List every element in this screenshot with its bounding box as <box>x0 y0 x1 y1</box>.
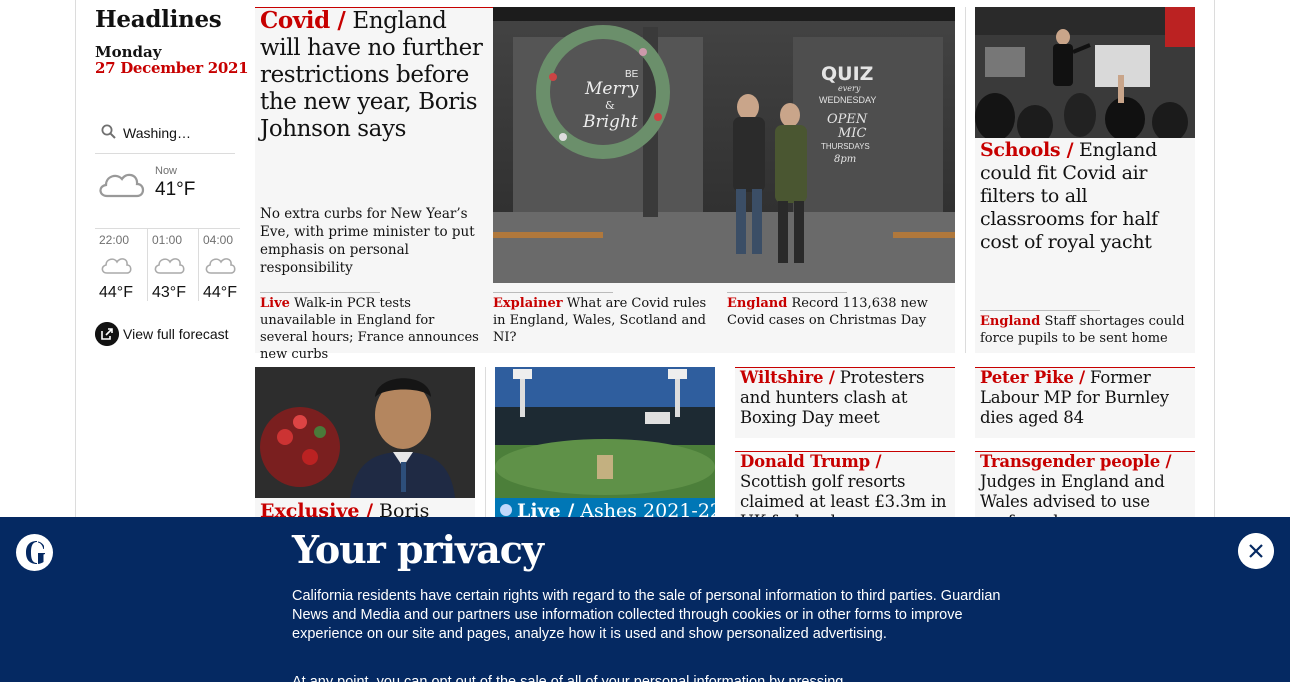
cloud-icon <box>154 258 185 274</box>
card-headline[interactable]: Wiltshire / Protesters and hunters clash… <box>740 368 952 428</box>
sign-text: THURSDAYS <box>821 142 870 151</box>
sublink-kicker: England <box>727 296 788 311</box>
cloud-icon <box>99 173 145 198</box>
sign-text: OPEN <box>827 112 868 127</box>
privacy-body: California residents have certain rights… <box>292 588 1001 642</box>
sublink-headline[interactable]: Walk-in PCR tests unavailable in England… <box>260 296 479 362</box>
ashes-image[interactable] <box>495 367 715 498</box>
forecast-slot: 04:00 44°F <box>198 229 246 301</box>
pub-window-photo: BE Merry & Bright QUIZ every WEDNESDAY O… <box>493 7 955 283</box>
sublink-rule <box>980 310 1100 311</box>
sign-text: WEDNESDAY <box>819 95 876 105</box>
cricket-stadium-photo <box>495 367 715 498</box>
sign-text: QUIZ <box>821 63 873 85</box>
sign-text: Bright <box>582 112 638 132</box>
weather-location-search[interactable]: Washing… <box>95 118 235 154</box>
sign-text: & <box>605 99 615 112</box>
sublink-rule <box>260 292 380 293</box>
privacy-body-continued: At any point, you can opt out of the sal… <box>292 674 844 682</box>
exclusive-image[interactable] <box>255 367 475 498</box>
sublink-rule <box>727 292 847 293</box>
column-divider <box>965 7 966 353</box>
card-kicker: Wiltshire / <box>740 368 835 387</box>
current-date: 27 December 2021 <box>95 59 249 77</box>
lead-kicker: Covid / <box>260 7 346 34</box>
schools-headline[interactable]: Schools / England could fit Covid air fi… <box>980 139 1192 254</box>
privacy-title: Your privacy <box>292 527 544 572</box>
story-card[interactable]: Transgender people / Judges in England a… <box>975 451 1195 531</box>
sign-text: every <box>838 84 861 93</box>
forecast-time: 04:00 <box>203 233 234 247</box>
forecast-temp: 44°F <box>99 284 133 301</box>
guardian-logo-icon <box>16 534 53 571</box>
sublink-rule <box>493 292 613 293</box>
politician-photo <box>255 367 475 498</box>
card-kicker: Transgender people / <box>980 452 1172 471</box>
story-card[interactable]: Wiltshire / Protesters and hunters clash… <box>735 367 955 438</box>
lead-standfirst: No extra curbs for New Year’s Eve, with … <box>260 206 475 276</box>
schools-kicker: Schools / <box>980 139 1074 161</box>
weather-now-label: Now <box>155 165 178 177</box>
section-title: Headlines <box>95 6 222 33</box>
sublink-text[interactable]: England Record 113,638 new Covid cases o… <box>727 295 952 329</box>
lead-image[interactable]: BE Merry & Bright QUIZ every WEDNESDAY O… <box>493 7 955 283</box>
column-divider <box>485 367 486 527</box>
lead-headline[interactable]: Covid / England will have no further res… <box>260 7 488 143</box>
classroom-photo <box>975 7 1195 138</box>
sublink-text[interactable]: England Staff shortages could force pupi… <box>980 313 1192 347</box>
close-icon[interactable] <box>1238 533 1274 569</box>
sublink-kicker: Explainer <box>493 296 563 311</box>
sign-text: 8pm <box>834 154 856 165</box>
sublink-text[interactable]: Live Walk-in PCR tests unavailable in En… <box>260 295 485 363</box>
card-kicker: Peter Pike / <box>980 368 1085 387</box>
forecast-time: 22:00 <box>99 233 130 247</box>
sublink-text[interactable]: Explainer What are Covid rules in Englan… <box>493 295 715 346</box>
forecast-slot: 01:00 43°F <box>147 229 195 301</box>
forecast-time: 01:00 <box>152 233 183 247</box>
forecast-temp: 44°F <box>203 284 237 301</box>
forecast-slot: 22:00 44°F <box>95 229 143 301</box>
sublink-kicker: Live <box>260 296 290 311</box>
card-headline[interactable]: Peter Pike / Former Labour MP for Burnle… <box>980 368 1192 428</box>
live-indicator-icon <box>500 504 512 516</box>
forecast-temp: 43°F <box>152 284 186 301</box>
card-kicker: Donald Trump / <box>740 452 882 471</box>
view-full-forecast-label[interactable]: View full forecast <box>123 326 229 342</box>
sign-text: Merry <box>584 79 639 99</box>
sublink-kicker: England <box>980 314 1041 329</box>
story-card[interactable]: Donald Trump / Scottish golf resorts cla… <box>735 451 955 531</box>
sign-text: MIC <box>837 126 866 141</box>
cloud-icon <box>101 258 132 274</box>
search-icon <box>101 124 116 139</box>
schools-image[interactable] <box>975 7 1195 138</box>
weather-location-input[interactable]: Washing… <box>123 125 191 141</box>
weather-now-temp: 41°F <box>155 179 196 200</box>
story-card[interactable]: Peter Pike / Former Labour MP for Burnle… <box>975 367 1195 438</box>
cloud-icon <box>205 258 236 274</box>
external-link-icon <box>95 322 119 346</box>
